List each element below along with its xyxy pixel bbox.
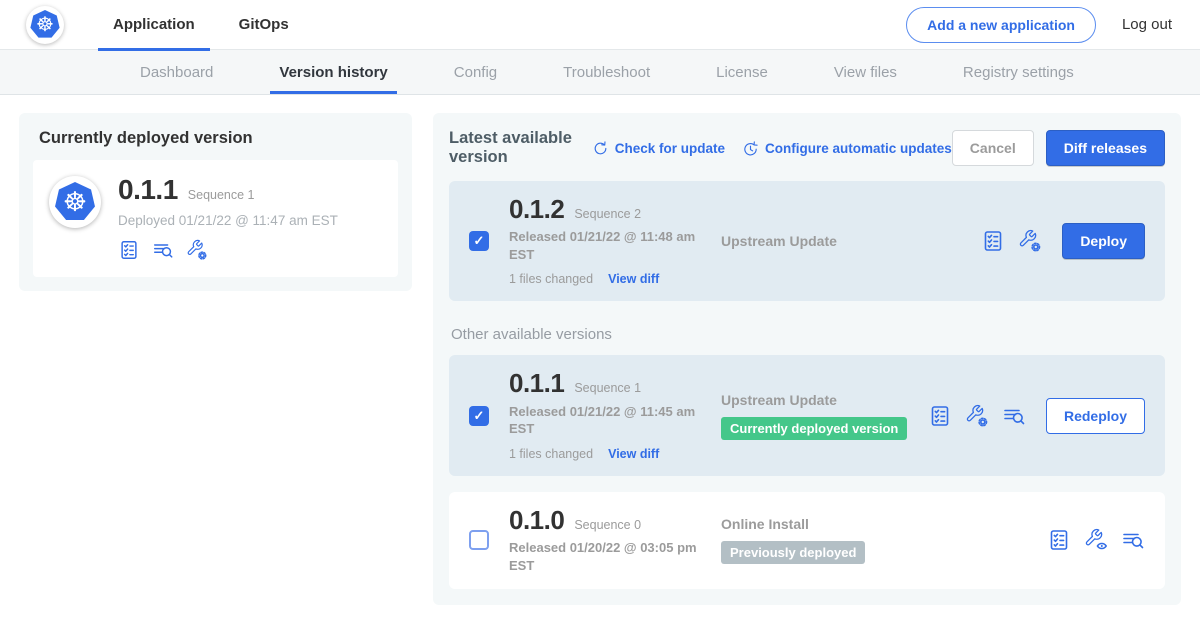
- version-released: Released 01/21/22 @ 11:48 am EST: [509, 228, 705, 263]
- version-source-block: Upstream Update: [721, 233, 981, 249]
- subnav-item-registry-settings[interactable]: Registry settings: [954, 50, 1083, 94]
- currently-deployed-panel: Currently deployed version ☸ 0.1.1 Seque…: [19, 113, 412, 291]
- check-for-update-link[interactable]: Check for update: [592, 140, 725, 157]
- other-versions-title: Other available versions: [451, 326, 1163, 343]
- deployed-icons: [118, 239, 338, 261]
- available-header: Latest available version Check for updat…: [449, 129, 1165, 167]
- add-application-button[interactable]: Add a new application: [906, 7, 1096, 43]
- subnav-item-dashboard[interactable]: Dashboard: [131, 50, 222, 94]
- subnav-item-troubleshoot[interactable]: Troubleshoot: [554, 50, 659, 94]
- subnav-item-config[interactable]: Config: [445, 50, 506, 94]
- cancel-button[interactable]: Cancel: [952, 130, 1034, 166]
- version-actions: Redeploy: [928, 398, 1145, 434]
- other-versions-slot: ✓ 0.1.1 Sequence 1 Released 01/21/22 @ 1…: [449, 355, 1165, 589]
- diff-releases-button[interactable]: Diff releases: [1046, 130, 1165, 166]
- version-number: 0.1.2: [509, 196, 564, 223]
- main-content: Currently deployed version ☸ 0.1.1 Seque…: [0, 95, 1200, 605]
- files-line: 1 files changed View diff: [509, 272, 709, 286]
- kubernetes-logo-icon: ☸: [30, 10, 60, 39]
- version-source: Upstream Update: [721, 392, 928, 408]
- version-checkbox[interactable]: ✓: [469, 231, 489, 251]
- version-row: ✓ 0.1.2 Sequence 2 Released 01/21/22 @ 1…: [449, 181, 1165, 301]
- version-info: 0.1.0 Sequence 0 Released 01/20/22 @ 03:…: [509, 507, 709, 574]
- header-actions: Cancel Diff releases: [952, 130, 1165, 166]
- deployed-version-number: 0.1.1: [118, 176, 178, 204]
- version-status-badge: Previously deployed: [721, 541, 865, 564]
- version-sequence: Sequence 2: [574, 207, 641, 221]
- subnav-item-license[interactable]: License: [707, 50, 777, 94]
- config-gear-icon[interactable]: [965, 404, 989, 428]
- deployed-panel-title: Currently deployed version: [33, 129, 398, 148]
- configure-automatic-updates-link[interactable]: Configure automatic updates: [742, 140, 952, 157]
- logout-link[interactable]: Log out: [1122, 16, 1172, 33]
- version-status-badge: Currently deployed version: [721, 417, 907, 440]
- app-sub-nav: Dashboard Version history Config Troublesho…: [0, 50, 1200, 95]
- version-sequence: Sequence 1: [574, 381, 641, 395]
- refresh-icon: [592, 140, 609, 157]
- top-nav: ☸ Application GitOps Add a new applicatio…: [0, 0, 1200, 50]
- top-tab-application[interactable]: Application: [98, 0, 210, 50]
- config-gear-icon[interactable]: [1018, 229, 1042, 253]
- view-diff-link[interactable]: View diff: [608, 447, 659, 461]
- view-diff-link[interactable]: View diff: [608, 272, 659, 286]
- configure-automatic-updates-label: Configure automatic updates: [765, 141, 952, 156]
- release-notes-icon[interactable]: [928, 404, 952, 428]
- version-source-block: Online Install Previously deployed: [721, 516, 1047, 564]
- schedule-icon: [742, 140, 759, 157]
- version-released: Released 01/20/22 @ 03:05 pm EST: [509, 539, 705, 574]
- version-sequence: Sequence 0: [574, 518, 641, 532]
- version-row: 0.1.0 Sequence 0 Released 01/20/22 @ 03:…: [449, 492, 1165, 589]
- logs-icon[interactable]: [1121, 528, 1145, 552]
- row-icons: [981, 229, 1042, 253]
- release-notes-icon[interactable]: [981, 229, 1005, 253]
- version-released: Released 01/21/22 @ 11:45 am EST: [509, 403, 705, 438]
- top-nav-right: Add a new application Log out: [906, 7, 1200, 43]
- app-logo: ☸: [26, 6, 64, 44]
- version-source: Upstream Update: [721, 233, 981, 249]
- available-panel-title: Latest available version: [449, 129, 575, 167]
- version-number: 0.1.1: [509, 370, 564, 397]
- files-changed: 1 files changed: [509, 447, 593, 461]
- top-tab-gitops[interactable]: GitOps: [224, 0, 304, 50]
- logs-icon[interactable]: [152, 239, 174, 261]
- version-checkbox[interactable]: [469, 530, 489, 550]
- subnav-item-view-files[interactable]: View files: [825, 50, 906, 94]
- version-info: 0.1.1 Sequence 1 Released 01/21/22 @ 11:…: [509, 370, 709, 460]
- logs-icon[interactable]: [1002, 404, 1026, 428]
- deployed-version-info: 0.1.1 Sequence 1 Deployed 01/21/22 @ 11:…: [118, 176, 338, 261]
- version-number: 0.1.0: [509, 507, 564, 534]
- row-icons: [1047, 528, 1145, 552]
- release-notes-icon[interactable]: [1047, 528, 1071, 552]
- check-for-update-label: Check for update: [615, 141, 725, 156]
- version-actions: [1047, 528, 1145, 552]
- subnav-item-version-history[interactable]: Version history: [270, 50, 396, 94]
- top-tabs: Application GitOps: [98, 0, 318, 50]
- redeploy-button[interactable]: Redeploy: [1046, 398, 1145, 434]
- config-gear-icon[interactable]: [186, 239, 208, 261]
- kubernetes-logo-icon: ☸: [55, 182, 96, 222]
- latest-version-slot: ✓ 0.1.2 Sequence 2 Released 01/21/22 @ 1…: [449, 181, 1165, 301]
- version-info: 0.1.2 Sequence 2 Released 01/21/22 @ 11:…: [509, 196, 709, 286]
- deploy-button[interactable]: Deploy: [1062, 223, 1145, 259]
- app-icon-badge: ☸: [49, 176, 101, 228]
- version-row: ✓ 0.1.1 Sequence 1 Released 01/21/22 @ 1…: [449, 355, 1165, 475]
- deployed-version-sequence: Sequence 1: [188, 188, 255, 202]
- row-icons: [928, 404, 1026, 428]
- config-eye-icon[interactable]: [1084, 528, 1108, 552]
- files-line: 1 files changed View diff: [509, 447, 709, 461]
- deployed-version-card: ☸ 0.1.1 Sequence 1 Deployed 01/21/22 @ 1…: [33, 160, 398, 277]
- version-checkbox[interactable]: ✓: [469, 406, 489, 426]
- release-notes-icon[interactable]: [118, 239, 140, 261]
- version-source: Online Install: [721, 516, 1047, 532]
- available-versions-panel: Latest available version Check for updat…: [433, 113, 1181, 605]
- version-source-block: Upstream Update Currently deployed versi…: [721, 392, 928, 440]
- deployed-timestamp: Deployed 01/21/22 @ 11:47 am EST: [118, 213, 338, 228]
- files-changed: 1 files changed: [509, 272, 593, 286]
- version-actions: Deploy: [981, 223, 1145, 259]
